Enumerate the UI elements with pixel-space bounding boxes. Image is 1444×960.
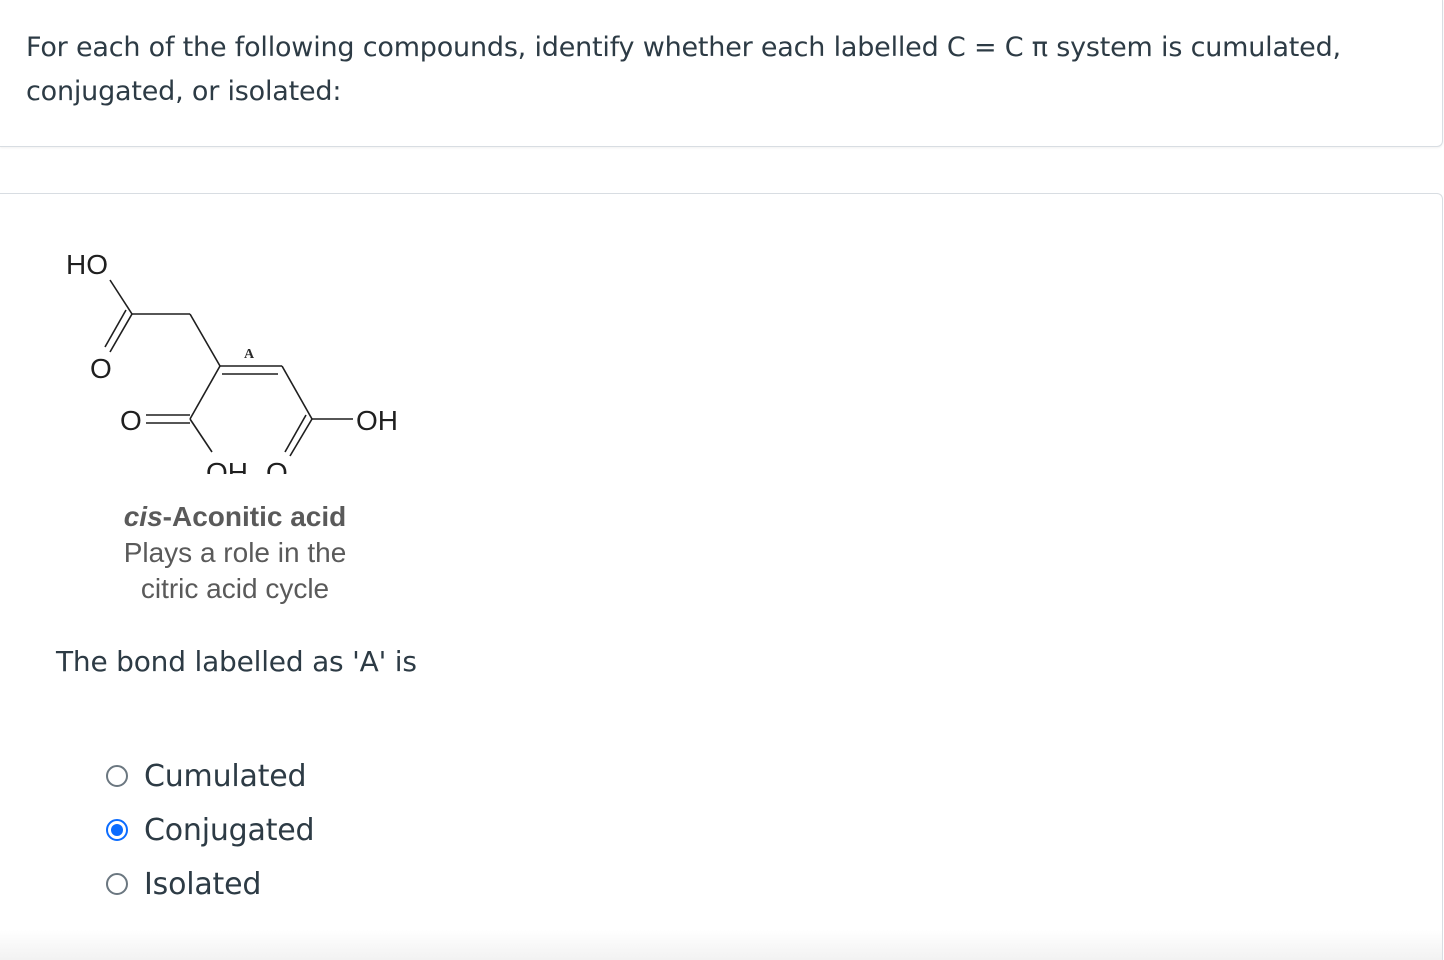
answer-option-conjugated[interactable]: Conjugated	[106, 803, 315, 857]
answer-label-conjugated[interactable]: Conjugated	[144, 813, 315, 848]
radio-button-isolated[interactable]	[106, 873, 128, 895]
atom-oh-bottom: OH	[206, 457, 248, 474]
radio-button-conjugated[interactable]	[106, 819, 128, 841]
bond-c6-oh	[189, 418, 213, 453]
answer-option-cumulated[interactable]: Cumulated	[106, 749, 314, 803]
bond-c3-c6	[189, 365, 221, 420]
question-header: For each of the following compounds, ide…	[0, 0, 1443, 147]
caption-line-2: citric acid cycle	[140, 573, 330, 604]
question-body: HO O O OH OH O A cis-Aconitic acid Plays…	[0, 193, 1443, 960]
answer-prompt: The bond labelled as 'A' is	[56, 645, 417, 678]
atom-oh-right: OH	[356, 405, 398, 436]
molecule-name-rest: -Aconitic acid	[162, 501, 347, 532]
molecule-diagram: HO O O OH OH O A	[66, 249, 398, 474]
atom-o-bottom: O	[266, 457, 288, 474]
bond-ch2-c3	[189, 313, 221, 367]
answer-option-isolated[interactable]: Isolated	[106, 857, 314, 911]
atom-o-left: O	[90, 353, 112, 384]
bond-label-a: A	[244, 347, 255, 362]
molecule-name: cis-Aconitic acid	[110, 499, 360, 535]
atom-ho-top: HO	[66, 249, 108, 280]
answer-label-cumulated[interactable]: Cumulated	[144, 759, 307, 794]
bottom-shade	[0, 930, 1442, 960]
answer-label-isolated[interactable]: Isolated	[144, 867, 261, 902]
radio-button-cumulated[interactable]	[106, 765, 128, 787]
molecule-caption: cis-Aconitic acid Plays a role in the ci…	[110, 499, 360, 607]
answer-options: Cumulated Conjugated Isolated	[106, 749, 315, 911]
atom-o-carbonyl-mid: O	[120, 405, 142, 436]
cis-aconitic-acid-structure: HO O O OH OH O A cis-Aconitic acid Plays…	[50, 214, 450, 604]
molecule-name-prefix: cis	[123, 501, 163, 532]
quiz-page: For each of the following compounds, ide…	[0, 0, 1444, 960]
question-text: For each of the following compounds, ide…	[26, 32, 1341, 107]
molecule-bonds	[104, 279, 353, 457]
bond-ho-c1	[109, 279, 133, 315]
bond-c4-c5	[281, 365, 313, 420]
caption-line-1: Plays a role in the	[123, 537, 347, 568]
